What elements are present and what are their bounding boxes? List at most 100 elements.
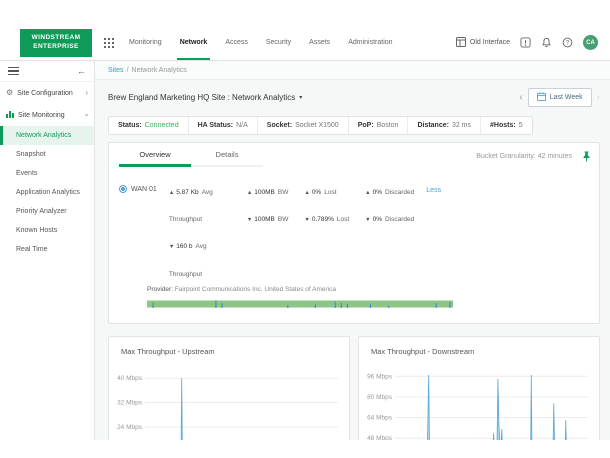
chip-status: Status: Connected: [109, 117, 189, 134]
downstream-chart-plot[interactable]: 96 Mbps80 Mbps64 Mbps48 Mbps32 Mbps16 Mb…: [359, 358, 599, 440]
group-label: Site Monitoring: [18, 112, 65, 119]
nav-network[interactable]: Network: [171, 25, 217, 60]
nav-monitoring[interactable]: Monitoring: [120, 25, 171, 60]
upstream-chart-plot[interactable]: 40 Mbps32 Mbps24 Mbps16 Mbps8 Mbps0 bps0…: [109, 358, 349, 440]
chip-socket: Socket: Socket X1500: [258, 117, 349, 134]
notifications-bell-icon[interactable]: [541, 37, 552, 48]
sidebar-group-site-configuration[interactable]: ⚙ Site Configuration ›: [0, 82, 94, 103]
overview-panel: Overview Details Bucket Granularity: 42 …: [108, 142, 600, 324]
less-link[interactable]: Less: [426, 187, 441, 194]
sidebar-item-application-analytics[interactable]: Application Analytics: [0, 183, 94, 202]
bucket-granularity-label: Bucket Granularity: 42 minutes: [476, 153, 572, 160]
wan-01-selector: WAN 01: [119, 185, 157, 193]
time-range-label: Last Week: [550, 94, 583, 101]
breadcrumb-sites-link[interactable]: Sites: [108, 67, 124, 74]
svg-text:64 Mbps: 64 Mbps: [367, 414, 393, 421]
old-interface-link[interactable]: Old Interface: [456, 37, 510, 49]
logo-line1: WINDSTREAM: [32, 34, 81, 43]
announcements-icon[interactable]: [520, 37, 531, 48]
main-content: Sites / Network Analytics Brew England M…: [95, 61, 610, 440]
svg-text:?: ?: [566, 41, 570, 47]
svg-text:80 Mbps: 80 Mbps: [367, 394, 393, 401]
metric-lost: ▲0%Lost ▼0.789%Lost: [304, 176, 349, 285]
svg-text:32 Mbps: 32 Mbps: [117, 399, 143, 406]
old-interface-icon: [456, 37, 466, 49]
nav-security[interactable]: Security: [257, 25, 300, 60]
down-arrow-icon: ▼: [365, 217, 370, 223]
svg-text:48 Mbps: 48 Mbps: [367, 435, 393, 440]
site-title-dropdown[interactable]: Brew England Marketing HQ Site : Network…: [108, 93, 302, 102]
status-connected-value: Connected: [145, 122, 179, 129]
chart-title-downstream: Max Throughput - Downstream: [359, 337, 599, 358]
sidebar-item-known-hosts[interactable]: Known Hosts: [0, 221, 94, 240]
up-arrow-icon: ▲: [365, 190, 370, 196]
wan-name-label: WAN 01: [131, 186, 157, 193]
down-arrow-icon: ▼: [247, 217, 252, 223]
bucket-granularity: Bucket Granularity: 42 minutes: [476, 143, 599, 162]
help-icon[interactable]: ?: [562, 37, 573, 48]
app-window: WINDSTREAM ENTERPRISE Monitoring Network…: [0, 25, 610, 440]
sidebar-top: ←: [0, 61, 94, 82]
next-period-icon[interactable]: ›: [597, 93, 600, 103]
chip-hosts: #Hosts: 5: [481, 117, 532, 134]
chevron-down-icon: ›: [83, 114, 91, 117]
caret-down-icon: ▾: [299, 94, 302, 101]
breadcrumb-separator: /: [127, 67, 129, 74]
pin-icon[interactable]: [582, 151, 591, 162]
page-title: Brew England Marketing HQ Site : Network…: [108, 93, 295, 102]
sidebar-item-snapshot[interactable]: Snapshot: [0, 145, 94, 164]
svg-text:40 Mbps: 40 Mbps: [117, 375, 143, 382]
hamburger-menu-icon[interactable]: [8, 67, 19, 76]
sidebar: ← ⚙ Site Configuration › Site Monitoring…: [0, 61, 95, 440]
time-range-button[interactable]: Last Week: [528, 88, 592, 107]
title-row: Brew England Marketing HQ Site : Network…: [108, 88, 600, 107]
chart-title-upstream: Max Throughput - Upstream: [109, 337, 349, 358]
nav-administration[interactable]: Administration: [339, 25, 401, 60]
sidebar-collapse-icon[interactable]: ←: [77, 67, 86, 76]
user-avatar[interactable]: CA: [583, 35, 598, 50]
provider-label: Provider:: [147, 286, 173, 293]
svg-text:24 Mbps: 24 Mbps: [117, 424, 143, 431]
time-range-controls: ‹ Last Week ›: [519, 88, 600, 107]
up-arrow-icon: ▲: [169, 190, 174, 196]
sidebar-item-real-time[interactable]: Real Time: [0, 240, 94, 259]
chart-card-upstream: Max Throughput - Upstream 40 Mbps 32 Mbps…: [108, 336, 350, 440]
sidebar-item-events[interactable]: Events: [0, 164, 94, 183]
top-bar: WINDSTREAM ENTERPRISE Monitoring Network…: [0, 25, 610, 61]
tab-details[interactable]: Details: [191, 143, 263, 167]
chip-distance: Distance: 32 ms: [408, 117, 481, 134]
nav-access[interactable]: Access: [216, 25, 257, 60]
metric-bandwidth: ▲100MBBW ▼100MBBW: [247, 176, 289, 285]
up-arrow-icon: ▲: [304, 190, 309, 196]
prev-period-icon[interactable]: ‹: [519, 93, 522, 103]
nav-assets[interactable]: Assets: [300, 25, 339, 60]
metric-avg-throughput: ▲5.87 KbAvg Throughput ▼160 bAvg Through…: [169, 176, 231, 285]
wan-metrics-row: WAN 01 ▲5.87 KbAvg Throughput ▼160 bAvg …: [109, 167, 599, 285]
gear-icon: ⚙: [6, 89, 13, 97]
wan-metrics: ▲5.87 KbAvg Throughput ▼160 bAvg Through…: [169, 176, 414, 285]
overview-tabs: Overview Details: [119, 143, 263, 167]
sidebar-item-priority-analyzer[interactable]: Priority Analyzer: [0, 202, 94, 221]
old-interface-label: Old Interface: [470, 39, 510, 46]
sidebar-group-site-monitoring[interactable]: Site Monitoring ›: [0, 103, 94, 126]
windstream-logo: WINDSTREAM ENTERPRISE: [20, 29, 92, 57]
charts-row: Max Throughput - Upstream 40 Mbps 32 Mbps…: [108, 336, 600, 440]
chip-ha-status: HA Status: N/A: [189, 117, 258, 134]
breadcrumb: Sites / Network Analytics: [95, 61, 610, 80]
metric-discarded: ▲0%Discarded ▼0%Discarded: [365, 176, 414, 285]
chip-pop: PoP: Boston: [349, 117, 409, 134]
sidebar-item-network-analytics[interactable]: Network Analytics: [0, 126, 94, 145]
provider-row: Provider: Fairpoint Communications Inc. …: [109, 285, 599, 293]
wan-health-timeline[interactable]: [109, 293, 599, 323]
down-arrow-icon: ▼: [304, 217, 309, 223]
app-launcher-icon[interactable]: [104, 38, 114, 48]
wan-radio-button[interactable]: [119, 185, 127, 193]
overview-panel-header: Overview Details Bucket Granularity: 42 …: [109, 143, 599, 167]
main-nav: Monitoring Network Access Security Asset…: [120, 25, 402, 60]
tab-overview[interactable]: Overview: [119, 143, 191, 167]
chevron-right-icon: ›: [85, 89, 88, 97]
provider-value: Fairpoint Communications Inc. United Sta…: [175, 286, 336, 293]
svg-text:96 Mbps: 96 Mbps: [367, 373, 393, 380]
breadcrumb-current: Network Analytics: [132, 67, 187, 74]
top-bar-right: Old Interface ? CA: [456, 35, 598, 50]
